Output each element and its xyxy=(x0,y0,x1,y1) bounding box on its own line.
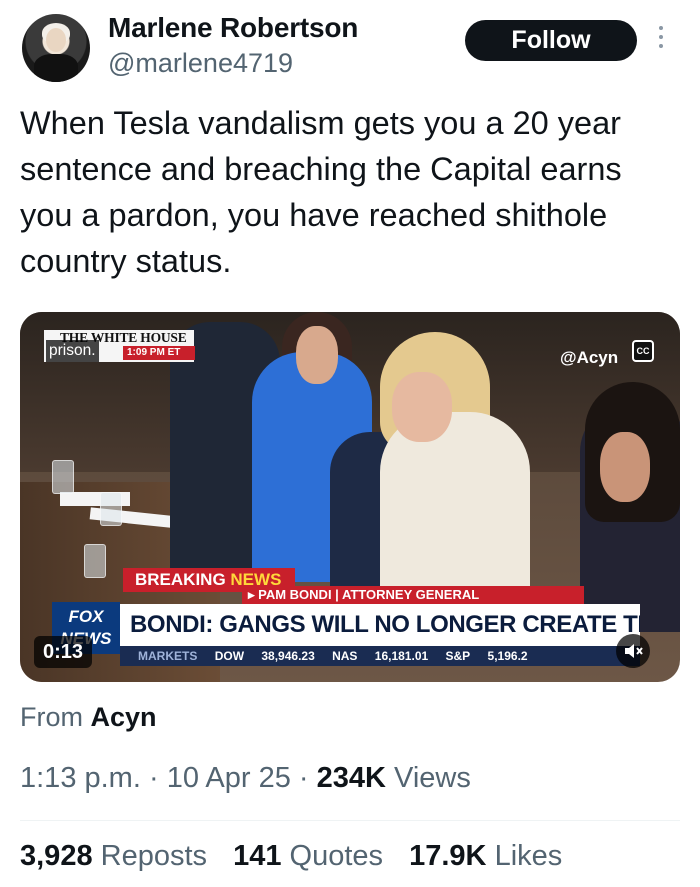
ticker-sp-value: 5,196.2 xyxy=(487,649,528,663)
market-ticker: MARKETS DOW 38,946.23 NAS 16,181.01 S&P … xyxy=(120,646,640,666)
ticker-dow: DOW xyxy=(214,649,245,663)
tweet-date[interactable]: 10 Apr 25 xyxy=(167,762,291,794)
from-prefix: From xyxy=(20,702,83,732)
ticker-nas: NAS xyxy=(332,649,358,663)
follow-button[interactable]: Follow xyxy=(465,20,637,61)
video-glass xyxy=(100,492,122,526)
video-glass xyxy=(84,544,106,578)
lower-third-headline: BONDI: GANGS WILL NO LONGER CREATE TERRO… xyxy=(120,604,640,646)
tweet-meta: 1:13 p.m. · 10 Apr 25 · 234K Views xyxy=(20,762,471,795)
more-vertical-icon[interactable] xyxy=(656,26,666,56)
author-name[interactable]: Marlene Robertson xyxy=(108,12,358,44)
divider xyxy=(20,820,680,821)
lower-third-subtitle: ▸ PAM BONDI | ATTORNEY GENERAL xyxy=(242,586,584,604)
quotes-count[interactable]: 141 xyxy=(233,840,281,872)
video-player[interactable]: THE WHITE HOUSE 1:09 PM ET prison. @Acyn… xyxy=(20,312,680,682)
ticker-markets: MARKETS xyxy=(138,649,198,663)
views-label[interactable]: Views xyxy=(394,762,471,794)
video-glass xyxy=(52,460,74,494)
likes-count[interactable]: 17.9K xyxy=(409,840,486,872)
avatar-body xyxy=(34,54,78,82)
meta-separator: · xyxy=(148,762,159,794)
engagement-stats: 3,928 Reposts 141 Quotes 17.9K Likes xyxy=(20,840,562,873)
tweet-text: When Tesla vandalism gets you a 20 year … xyxy=(20,105,622,279)
video-person xyxy=(380,412,530,612)
watermark: @Acyn xyxy=(560,348,619,367)
media-attribution: From Acyn xyxy=(20,702,157,733)
meta-separator: · xyxy=(298,762,309,794)
source-time: 1:09 PM ET xyxy=(123,346,195,360)
caption-text: prison. xyxy=(46,340,99,362)
quotes-label[interactable]: Quotes xyxy=(290,840,384,872)
tweet-time[interactable]: 1:13 p.m. xyxy=(20,762,141,794)
breaking-label: BREAKING xyxy=(135,570,226,589)
ticker-dow-value: 38,946.23 xyxy=(261,649,315,663)
video-person xyxy=(392,372,452,442)
reposts-label[interactable]: Reposts xyxy=(101,840,207,872)
likes-label[interactable]: Likes xyxy=(495,840,563,872)
video-timer: 0:13 xyxy=(34,636,93,668)
ticker-nas-value: 16,181.01 xyxy=(374,649,429,663)
video-person xyxy=(600,432,650,502)
closed-caption-icon[interactable]: CC xyxy=(632,340,654,362)
video-person xyxy=(296,326,338,384)
avatar[interactable] xyxy=(22,14,90,82)
avatar-face xyxy=(46,28,66,52)
author-handle[interactable]: @marlene4719 xyxy=(108,48,293,79)
tweet-header: Marlene Robertson @marlene4719 Follow xyxy=(20,12,680,82)
views-count[interactable]: 234K xyxy=(317,762,386,794)
network-logo-line1: FOX xyxy=(68,607,104,626)
ticker-sp: S&P xyxy=(445,649,471,663)
reposts-count[interactable]: 3,928 xyxy=(20,840,93,872)
volume-mute-icon[interactable] xyxy=(616,634,650,668)
from-source[interactable]: Acyn xyxy=(91,702,157,732)
